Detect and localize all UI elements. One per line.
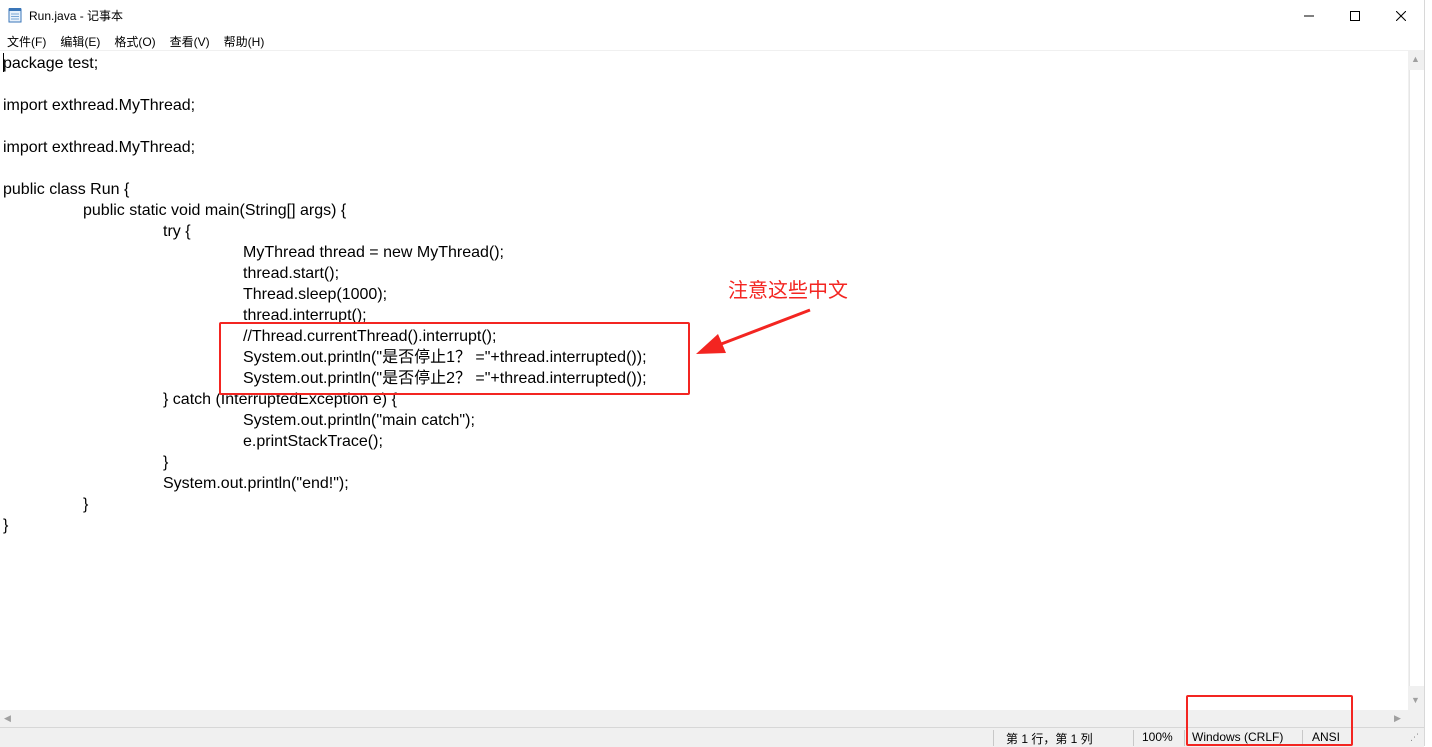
annotation-arrow-icon xyxy=(696,308,811,354)
